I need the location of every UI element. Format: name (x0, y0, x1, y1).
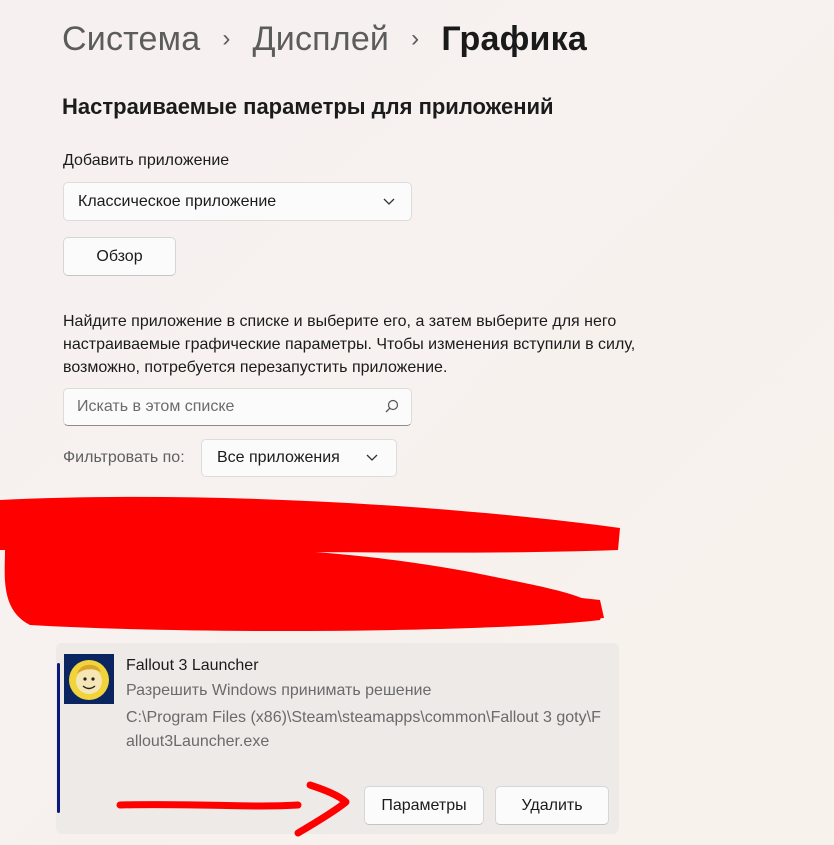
filter-dropdown[interactable]: Все приложения (201, 439, 397, 477)
redaction-scribble (0, 496, 620, 632)
filter-selected: Все приложения (217, 449, 340, 466)
section-title: Настраиваемые параметры для приложений (62, 94, 554, 119)
app-type-dropdown[interactable]: Классическое приложение (63, 182, 412, 221)
page-title: Графика (441, 19, 587, 58)
remove-button[interactable]: Удалить (495, 786, 609, 825)
chevron-down-icon (383, 195, 395, 209)
red-arrow-annotation (116, 781, 350, 837)
vault-boy-icon (64, 654, 114, 704)
browse-button[interactable]: Обзор (63, 237, 176, 276)
app-name: Fallout 3 Launcher (126, 657, 259, 674)
chevron-down-icon (366, 451, 378, 465)
instructions-text: Найдите приложение в списке и выберите е… (63, 313, 636, 376)
add-app-label: Добавить приложение (63, 152, 230, 169)
breadcrumb-chevron-icon: › (222, 25, 231, 52)
app-type-selected: Классическое приложение (78, 192, 277, 210)
breadcrumb-system[interactable]: Система (62, 20, 200, 59)
app-path: C:\Program Files (x86)\Steam\steamapps\c… (126, 709, 601, 750)
search-input[interactable] (64, 389, 374, 425)
breadcrumb-display[interactable]: Дисплей (253, 20, 390, 59)
search-box[interactable] (63, 388, 412, 426)
breadcrumb: Система › Дисплей › Графика (62, 14, 587, 64)
search-icon[interactable] (385, 399, 399, 413)
app-gpu-preference: Разрешить Windows принимать решение (126, 682, 432, 699)
options-button[interactable]: Параметры (364, 786, 484, 825)
breadcrumb-chevron-icon: › (411, 25, 420, 52)
filter-label: Фильтровать по: (63, 449, 185, 466)
selection-indicator (57, 663, 60, 813)
